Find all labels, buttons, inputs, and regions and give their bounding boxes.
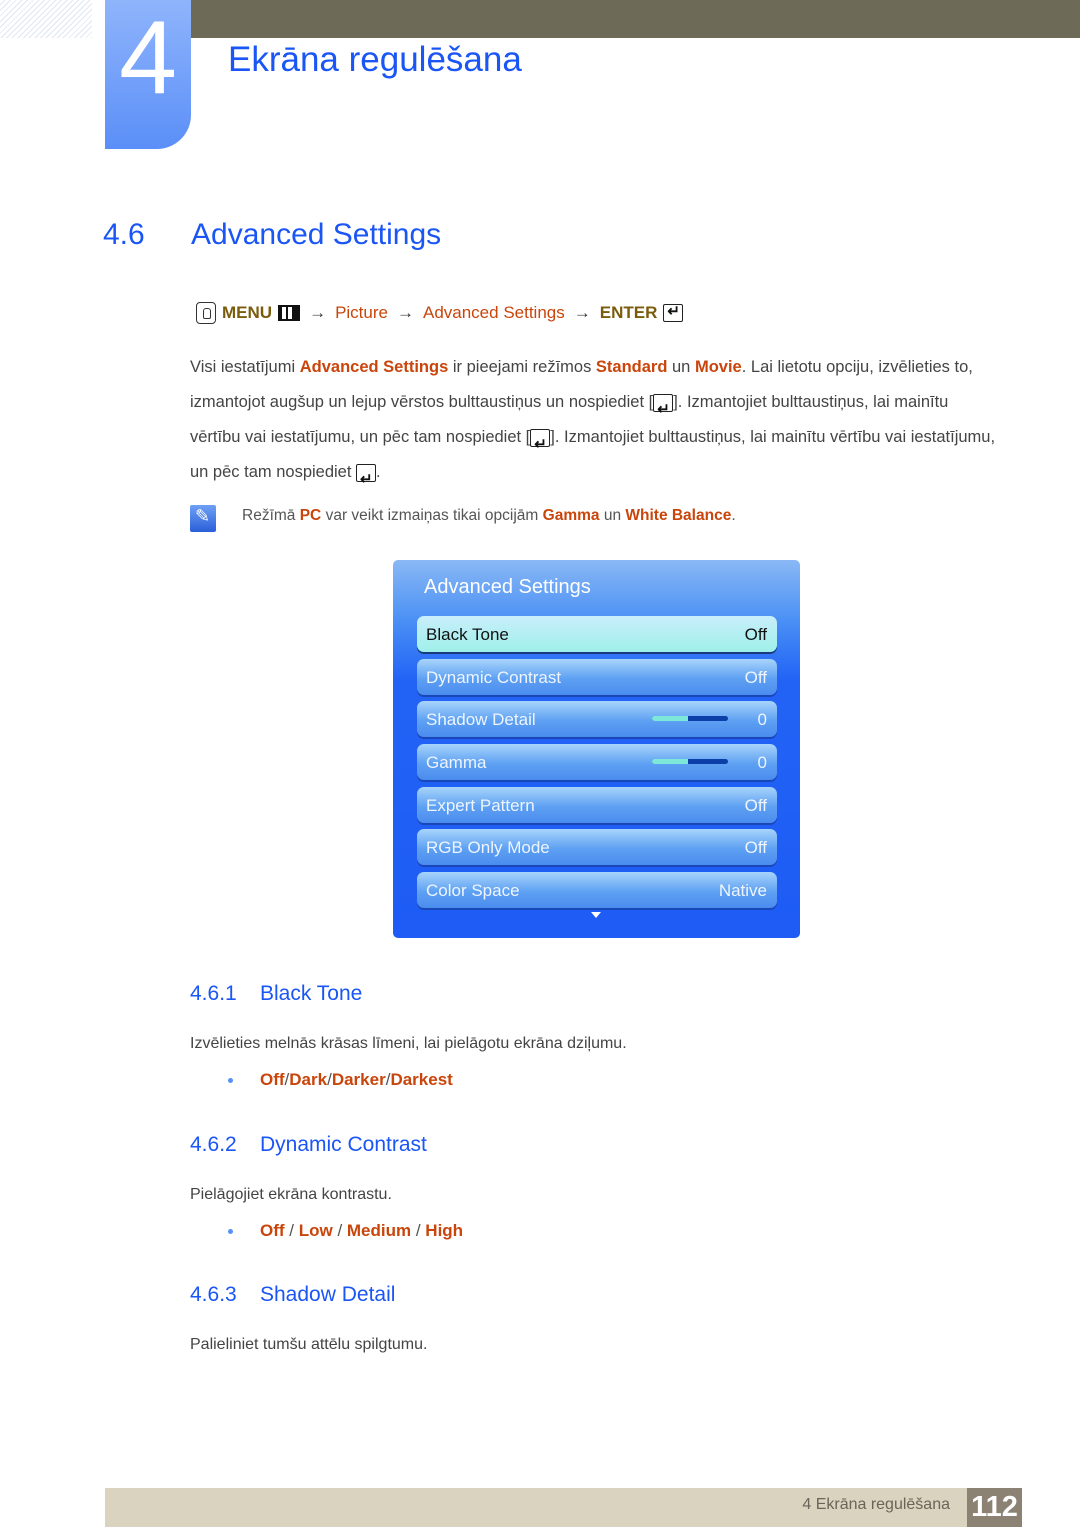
osd-item-expert-pattern[interactable]: Expert Pattern Off bbox=[417, 787, 777, 823]
text: var veikt izmaiņas tikai opcijām bbox=[321, 507, 543, 524]
osd-item-value: 0 bbox=[757, 753, 767, 772]
enter-icon bbox=[663, 302, 684, 322]
highlight: Movie bbox=[694, 358, 742, 376]
osd-item-label: Color Space bbox=[426, 881, 520, 900]
option: High bbox=[425, 1221, 464, 1240]
scroll-down-arrow-icon[interactable] bbox=[591, 912, 601, 918]
options-list: Off / Low / Medium / High bbox=[228, 1221, 463, 1241]
subsection-title-text: Shadow Detail bbox=[260, 1283, 396, 1306]
section-title-text: Advanced Settings bbox=[191, 218, 442, 251]
osd-item-rgb-only-mode[interactable]: RGB Only Mode Off bbox=[417, 829, 777, 865]
highlight: Standard bbox=[595, 358, 668, 376]
osd-title: Advanced Settings bbox=[424, 576, 591, 598]
option: Darker bbox=[331, 1070, 386, 1089]
note-text: Režīmā PC var veikt izmaiņas tikai opcij… bbox=[242, 507, 736, 525]
section-number: 4.6 bbox=[103, 218, 145, 251]
header-bar bbox=[190, 0, 1080, 38]
subsection-title: 4.6.2 Dynamic Contrast bbox=[190, 1133, 427, 1157]
subsection-text: Palieliniet tumšu attēlu spilgtumu. bbox=[190, 1336, 428, 1353]
highlight: White Balance bbox=[625, 507, 732, 524]
subsection-number: 4.6.3 bbox=[190, 1283, 237, 1306]
option: Off bbox=[260, 1221, 285, 1240]
options-list: Off/Dark/Darker/Darkest bbox=[228, 1070, 453, 1090]
enter-label: ENTER bbox=[599, 303, 658, 322]
osd-item-value: Native bbox=[718, 881, 767, 900]
bullet-icon bbox=[228, 1078, 233, 1084]
enter-icon bbox=[653, 392, 674, 427]
text: ir pieejami režīmos bbox=[448, 358, 596, 376]
separator: / bbox=[332, 1221, 347, 1240]
section-title: 4.6 Advanced Settings bbox=[103, 218, 441, 252]
page-number: 112 bbox=[967, 1488, 1022, 1527]
menu-picture: Picture bbox=[335, 303, 388, 322]
chapter-tab: 4 bbox=[105, 0, 191, 149]
option: Darkest bbox=[390, 1070, 453, 1089]
osd-item-black-tone[interactable]: Black Tone Off bbox=[417, 616, 777, 652]
option: Medium bbox=[346, 1221, 412, 1240]
slider-fill bbox=[652, 716, 688, 721]
intro-paragraph: Visi iestatījumi Advanced Settings ir pi… bbox=[190, 350, 1000, 497]
enter-icon bbox=[530, 427, 551, 462]
subsection-title-text: Dynamic Contrast bbox=[260, 1133, 427, 1156]
osd-item-value: Off bbox=[744, 625, 767, 644]
menu-grid-icon bbox=[278, 305, 301, 321]
text: Visi iestatījumi bbox=[190, 358, 300, 376]
slider-fill bbox=[652, 759, 688, 764]
text: . bbox=[376, 463, 381, 481]
arrow: → bbox=[396, 303, 414, 322]
arrow: → bbox=[573, 303, 591, 322]
separator: / bbox=[284, 1221, 299, 1240]
osd-item-color-space[interactable]: Color Space Native bbox=[417, 872, 777, 908]
osd-item-label: Dynamic Contrast bbox=[426, 668, 562, 687]
page-footer: 4 Ekrāna regulēšana 112 bbox=[105, 1488, 1022, 1527]
menu-path: MENU → Picture → Advanced Settings → ENT… bbox=[196, 302, 684, 324]
osd-item-value: 0 bbox=[757, 710, 767, 729]
arrow: → bbox=[309, 303, 327, 322]
option: Dark bbox=[289, 1070, 328, 1089]
osd-item-label: Gamma bbox=[426, 753, 487, 772]
bullet-icon bbox=[228, 1229, 233, 1235]
option: Low bbox=[298, 1221, 333, 1240]
osd-item-label: Expert Pattern bbox=[426, 796, 535, 815]
osd-item-value: Off bbox=[744, 796, 767, 815]
decorative-hatch bbox=[0, 0, 92, 38]
footer-chapter-label: 4 Ekrāna regulēšana bbox=[802, 1496, 950, 1513]
osd-item-dynamic-contrast[interactable]: Dynamic Contrast Off bbox=[417, 659, 777, 695]
highlight: PC bbox=[299, 507, 322, 524]
text: un bbox=[667, 358, 695, 376]
osd-menu: Advanced Settings Black Tone Off Dynamic… bbox=[393, 560, 800, 938]
osd-item-gamma[interactable]: Gamma 0 bbox=[417, 744, 777, 780]
osd-slider[interactable] bbox=[652, 759, 728, 764]
osd-item-value: Off bbox=[744, 668, 767, 687]
subsection-title-text: Black Tone bbox=[260, 982, 363, 1005]
menu-label: MENU bbox=[222, 303, 273, 322]
enter-icon bbox=[356, 462, 377, 497]
subsection-text: Izvēlieties melnās krāsas līmeni, lai pi… bbox=[190, 1035, 627, 1052]
text: . bbox=[731, 507, 736, 524]
osd-item-value: Off bbox=[744, 838, 767, 857]
note-pencil-icon bbox=[190, 505, 216, 532]
menu-advanced-settings: Advanced Settings bbox=[422, 303, 565, 322]
osd-item-label: RGB Only Mode bbox=[426, 838, 550, 857]
highlight: Advanced Settings bbox=[299, 358, 449, 376]
osd-item-label: Shadow Detail bbox=[426, 710, 536, 729]
text: Režīmā bbox=[242, 507, 300, 524]
subsection-title: 4.6.1 Black Tone bbox=[190, 982, 362, 1006]
chapter-title: Ekrāna regulēšana bbox=[228, 40, 522, 79]
subsection-title: 4.6.3 Shadow Detail bbox=[190, 1283, 395, 1307]
subsection-number: 4.6.2 bbox=[190, 1133, 237, 1156]
subsection-text: Pielāgojiet ekrāna kontrastu. bbox=[190, 1186, 392, 1203]
text: un bbox=[599, 507, 626, 524]
osd-slider[interactable] bbox=[652, 716, 728, 721]
subsection-number: 4.6.1 bbox=[190, 982, 237, 1005]
chapter-number: 4 bbox=[119, 0, 177, 116]
remote-hand-icon bbox=[196, 302, 216, 324]
osd-item-label: Black Tone bbox=[426, 625, 509, 644]
highlight: Gamma bbox=[542, 507, 600, 524]
option: Off bbox=[260, 1070, 285, 1089]
separator: / bbox=[411, 1221, 426, 1240]
osd-item-shadow-detail[interactable]: Shadow Detail 0 bbox=[417, 701, 777, 737]
